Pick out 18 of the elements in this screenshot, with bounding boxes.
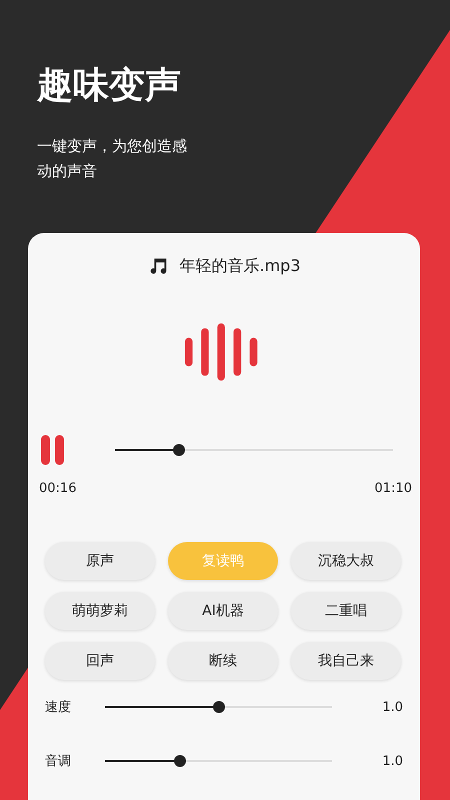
voice-effect-button[interactable]: AI机器 xyxy=(168,592,278,630)
file-name: 年轻的音乐.mp3 xyxy=(179,256,300,276)
voice-effect-button[interactable]: 萌萌萝莉 xyxy=(45,592,155,630)
voice-effect-button[interactable]: 原声 xyxy=(45,542,155,580)
slider-label: 音调 xyxy=(45,753,72,770)
page-subtitle: 一键变声，为您创造感动的声音 xyxy=(37,136,188,182)
voice-effect-button[interactable]: 二重唱 xyxy=(291,592,401,630)
voice-effect-button[interactable]: 沉稳大叔 xyxy=(291,542,401,580)
slider-value: 1.0 xyxy=(382,754,403,768)
elapsed-time: 00:16 xyxy=(39,481,76,496)
voice-effect-button[interactable]: 断续 xyxy=(168,642,278,680)
slider-label: 速度 xyxy=(45,699,72,716)
total-duration: 01:10 xyxy=(374,481,412,496)
voice-effect-button[interactable]: 我自己来 xyxy=(291,642,401,680)
voice-effect-button[interactable]: 回声 xyxy=(45,642,155,680)
pause-button[interactable] xyxy=(41,435,65,465)
slider-value: 1.0 xyxy=(382,700,403,714)
page-title: 趣味变声 xyxy=(37,64,181,108)
